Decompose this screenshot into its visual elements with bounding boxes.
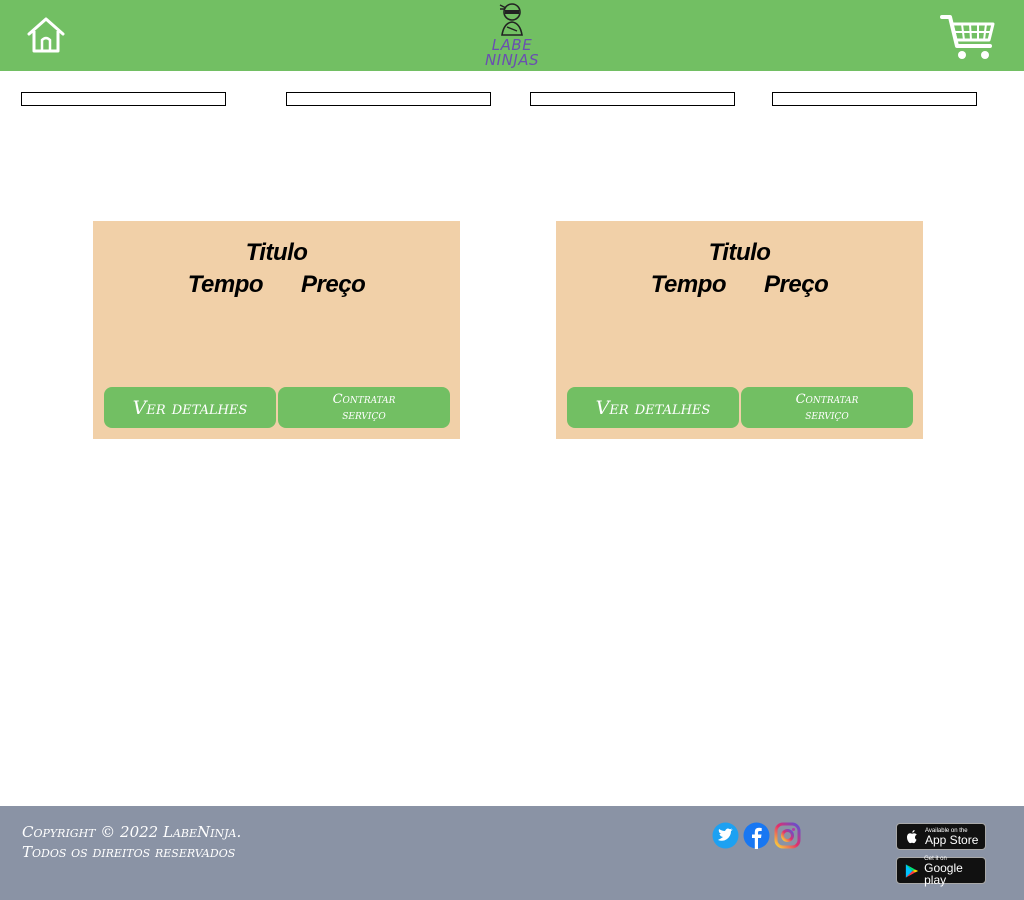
service-card: Titulo Tempo Preço Ver detalhes Contratar… (93, 221, 460, 439)
facebook-icon (743, 822, 770, 849)
card-time: Tempo (187, 271, 264, 298)
google-play-badge[interactable]: Get it on Google play (896, 856, 986, 887)
card-time: Tempo (650, 271, 727, 298)
filter-input-1[interactable] (21, 92, 226, 106)
filter-input-3[interactable] (530, 92, 735, 106)
copyright-line1: Copyright © 2022 LabeNinja. (22, 823, 242, 841)
footer: Copyright © 2022 LabeNinja. Todos os dir… (0, 806, 1024, 900)
instagram-link[interactable] (774, 822, 801, 849)
hire-service-button[interactable]: Contratar serviço (278, 387, 450, 428)
header: LABE NINJAS (0, 0, 1024, 71)
apple-icon (906, 829, 917, 843)
cart-icon (940, 15, 995, 59)
ninja-logo-icon (499, 3, 523, 36)
copyright-line2: Todos os direitos reservados (22, 843, 236, 861)
facebook-link[interactable] (743, 822, 770, 849)
site-logo[interactable]: LABE NINJAS (480, 0, 544, 70)
app-store-badge[interactable]: Available on the App Store (896, 823, 986, 850)
copyright-text: Copyright © 2022 LabeNinja. Todos os dir… (22, 822, 241, 862)
card-title: Titulo (245, 239, 308, 266)
service-card: Titulo Tempo Preço Ver detalhes Contratar… (556, 221, 923, 439)
card-title: Titulo (708, 239, 771, 266)
google-play-icon (905, 863, 919, 878)
view-details-button[interactable]: Ver detalhes (104, 387, 276, 428)
home-button[interactable] (26, 16, 66, 54)
logo-text-line1: LABE (491, 36, 533, 54)
filter-input-2[interactable] (286, 92, 491, 106)
google-play-big-text: Google play (924, 860, 963, 887)
app-store-big-text: App Store (925, 832, 979, 847)
view-details-button[interactable]: Ver detalhes (567, 387, 739, 428)
filter-input-4[interactable] (772, 92, 977, 106)
hire-service-button[interactable]: Contratar serviço (741, 387, 913, 428)
home-icon (27, 17, 65, 53)
card-meta: Tempo Preço (556, 271, 923, 299)
instagram-icon (774, 822, 801, 849)
card-meta: Tempo Preço (93, 271, 460, 299)
card-price: Preço (301, 271, 366, 298)
twitter-icon (712, 822, 739, 849)
twitter-link[interactable] (712, 822, 739, 849)
card-price: Preço (764, 271, 829, 298)
logo-text-line2: NINJAS (484, 51, 540, 69)
cart-button[interactable] (940, 12, 996, 62)
